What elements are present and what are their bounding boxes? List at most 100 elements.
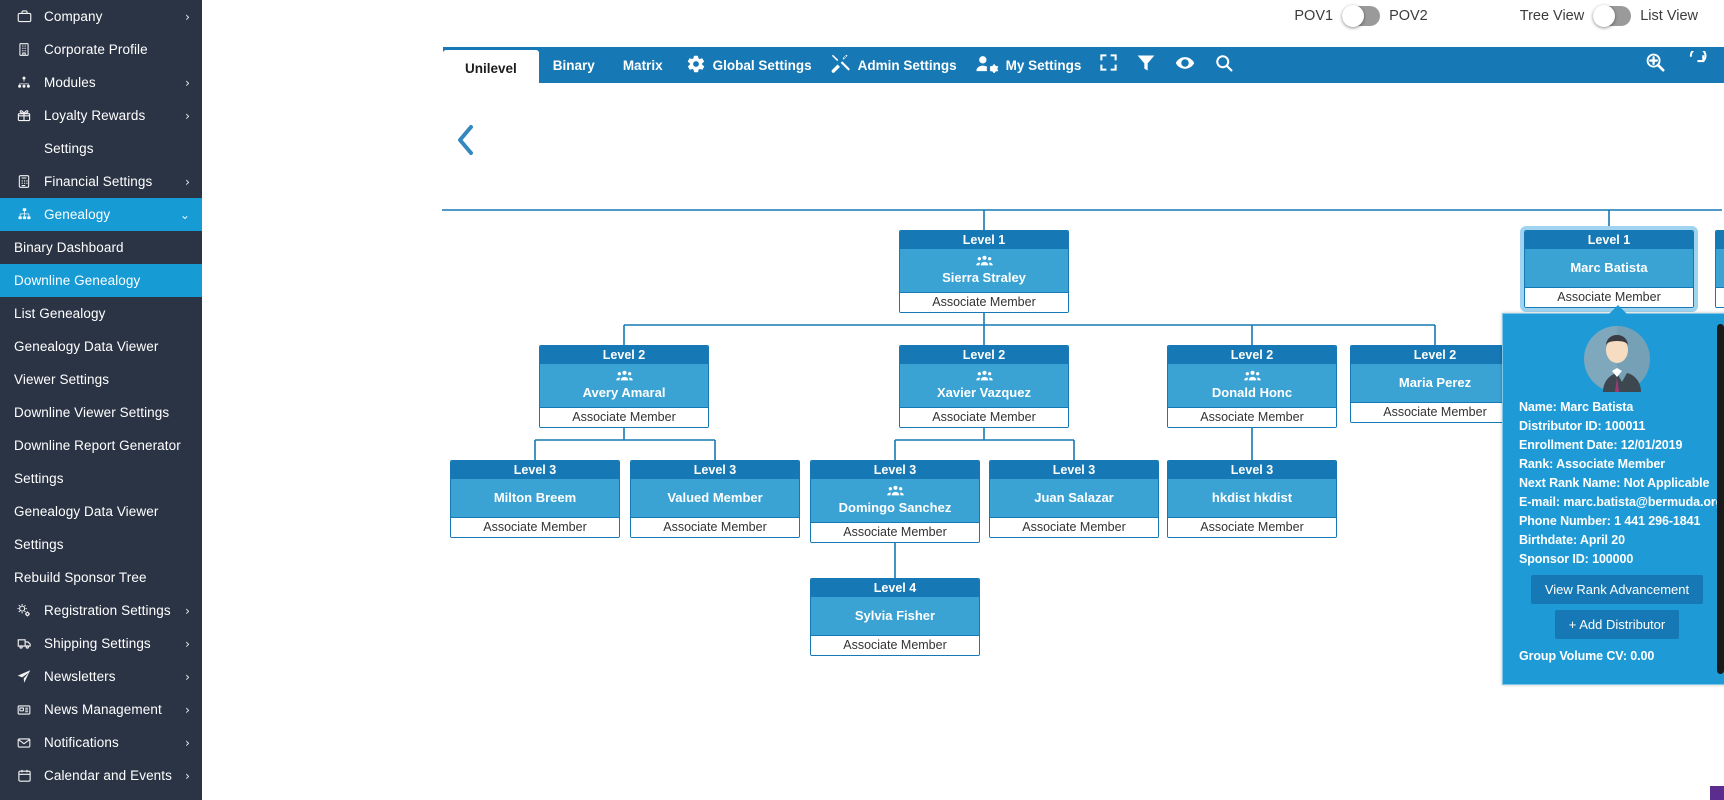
node-level-label: Level 3: [811, 461, 979, 479]
node-rank-label: Associate Member: [540, 407, 708, 427]
sidebar-item-label: Genealogy Data Viewer: [14, 504, 159, 519]
node-name-label: Juan Salazar: [1034, 489, 1114, 505]
popup-detail-row: Next Rank Name: Not Applicable: [1519, 476, 1710, 490]
node-name-label: Avery Amaral: [582, 385, 666, 400]
node-name-label: Sylvia Fisher: [854, 607, 936, 623]
group-icon: [615, 369, 633, 384]
sidebar-item-label: Genealogy: [44, 207, 111, 222]
tree-node[interactable]: Level 1 Marc Batista Associate Member: [1520, 226, 1698, 312]
sidebar-item-downline-report-generator[interactable]: Downline Report Generator: [0, 429, 202, 462]
sidebar-item-settings[interactable]: Settings: [0, 132, 202, 165]
tree-node[interactable]: Level 3 hkdist hkdist Associate Member: [1167, 460, 1337, 538]
node-name-label: hkdist hkdist: [1211, 489, 1293, 505]
tree-node[interactable]: Level 3 Juan Salazar Associate Member: [989, 460, 1159, 538]
node-level-label: Level 3: [631, 461, 799, 479]
building-icon: [14, 42, 34, 57]
node-body[interactable]: Juan Salazar: [990, 479, 1158, 517]
sidebar-item-label: Financial Settings: [44, 174, 153, 189]
sidebar-item-downline-genealogy[interactable]: Downline Genealogy: [0, 264, 202, 297]
sidebar-item-shipping-settings[interactable]: Shipping Settings ›: [0, 627, 202, 660]
sidebar-item-viewer-settings[interactable]: Viewer Settings: [0, 363, 202, 396]
node-body[interactable]: hkdist hkdist: [1168, 479, 1336, 517]
sidebar-item-financial-settings[interactable]: Financial Settings ›: [0, 165, 202, 198]
group-volume-label: Group Volume CV: 0.00: [1519, 649, 1655, 663]
sidebar-item-settings[interactable]: Settings: [0, 528, 202, 561]
node-level-label: Level 2: [900, 346, 1068, 364]
envelope-icon: [14, 736, 34, 750]
sidebar-item-label: Modules: [44, 75, 96, 90]
sidebar-item-newsletters[interactable]: Newsletters ›: [0, 660, 202, 693]
distributor-info-popup: Name: Marc Batista Distributor ID: 100011…: [1502, 305, 1724, 685]
sidebar-item-binary-dashboard[interactable]: Binary Dashboard: [0, 231, 202, 264]
sidebar-item-news-management[interactable]: News Management ›: [0, 693, 202, 726]
sidebar-item-notifications[interactable]: Notifications ›: [0, 726, 202, 759]
sidebar-item-loyalty-rewards[interactable]: Loyalty Rewards ›: [0, 99, 202, 132]
briefcase-icon: [14, 9, 34, 24]
sidebar-item-label: Binary Dashboard: [14, 240, 124, 255]
node-body[interactable]: Milton Breem: [451, 479, 619, 517]
node-body[interactable]: Domingo Sanchez: [811, 479, 979, 522]
tree-node[interactable]: Level 3 Milton Breem Associate Member: [450, 460, 620, 538]
node-level-label: Level 3: [990, 461, 1158, 479]
sidebar-item-label: Settings: [14, 537, 64, 552]
node-level-label: Level 3: [451, 461, 619, 479]
chevron-right-icon: ›: [185, 108, 190, 123]
avatar: [1519, 326, 1715, 392]
view-rank-advancement-button[interactable]: View Rank Advancement: [1530, 575, 1704, 604]
node-rank-label: Associate Member: [451, 517, 619, 537]
sidebar-item-settings[interactable]: Settings: [0, 462, 202, 495]
avatar-icon: [1584, 326, 1650, 392]
node-name-label: Marc Batista: [1570, 259, 1648, 275]
sidebar-item-downline-viewer-settings[interactable]: Downline Viewer Settings: [0, 396, 202, 429]
sidebar-item-genealogy-data-viewer[interactable]: Genealogy Data Viewer: [0, 330, 202, 363]
node-body[interactable]: Michael Thompson: [1716, 249, 1724, 287]
node-body[interactable]: Valued Member: [631, 479, 799, 517]
tree-node[interactable]: Level 1Michael ThompsonAssociate Member: [1715, 230, 1724, 308]
sidebar-item-label: Shipping Settings: [44, 636, 151, 651]
genealogy-app: Company › Corporate Profile Modules › Loyalty…: [0, 0, 1724, 800]
node-body[interactable]: Marc Batista: [1525, 249, 1693, 287]
node-body[interactable]: Xavier Vazquez: [900, 364, 1068, 407]
node-body[interactable]: Sierra Straley: [900, 249, 1068, 292]
sidebar-item-label: Calendar and Events: [44, 768, 172, 783]
tree-node[interactable]: Level 2 Donald Honc Associate Member: [1167, 345, 1337, 428]
chevron-right-icon: ›: [185, 702, 190, 717]
popup-detail-row: Distributor ID: 100011: [1519, 419, 1646, 433]
paper-plane-icon: [14, 669, 34, 684]
tree-node[interactable]: Level 2 Xavier Vazquez Associate Member: [899, 345, 1069, 428]
tree-node[interactable]: Level 1 Sierra Straley Associate Member: [899, 230, 1069, 313]
popup-detail-row: Birthdate: April 20: [1519, 533, 1625, 547]
sidebar-item-company[interactable]: Company ›: [0, 0, 202, 33]
sidebar-item-modules[interactable]: Modules ›: [0, 66, 202, 99]
node-name-label: Maria Perez: [1398, 374, 1472, 390]
tree-node[interactable]: Level 3 Domingo Sanchez Associate Member: [810, 460, 980, 543]
popup-detail-rows: Name: Marc Batista Distributor ID: 100011…: [1519, 398, 1723, 569]
popup-detail-row: Rank: Associate Member: [1519, 457, 1665, 471]
tree-node[interactable]: Level 2 Avery Amaral Associate Member: [539, 345, 709, 428]
sidebar-item-registration-settings[interactable]: Registration Settings ›: [0, 594, 202, 627]
add-distributor-wrap: + Add Distributor: [1519, 604, 1715, 639]
node-body[interactable]: Sylvia Fisher: [811, 597, 979, 635]
genealogy-tree: Level 1 Sierra Straley Associate Member Lev…: [202, 0, 1724, 800]
gears-icon: [14, 603, 34, 618]
tree-node[interactable]: Level 3 Valued Member Associate Member: [630, 460, 800, 538]
chevron-right-icon: ›: [185, 735, 190, 750]
popup-scrollbar[interactable]: [1717, 324, 1724, 674]
sidebar-item-corporate-profile[interactable]: Corporate Profile: [0, 33, 202, 66]
node-body[interactable]: Maria Perez: [1351, 364, 1519, 402]
node-body[interactable]: Avery Amaral: [540, 364, 708, 407]
tree-node[interactable]: Level 4 Sylvia Fisher Associate Member: [810, 578, 980, 656]
node-name-label: Donald Honc: [1211, 385, 1293, 400]
tree-node[interactable]: Level 2 Maria Perez Associate Member: [1350, 345, 1520, 423]
sidebar-item-list-genealogy[interactable]: List Genealogy: [0, 297, 202, 330]
sidebar-item-label: News Management: [44, 702, 162, 717]
sidebar-item-rebuild-sponsor-tree[interactable]: Rebuild Sponsor Tree: [0, 561, 202, 594]
chevron-right-icon: ›: [185, 669, 190, 684]
chevron-right-icon: ›: [185, 9, 190, 24]
node-rank-label: Associate Member: [900, 407, 1068, 427]
sidebar-item-genealogy[interactable]: Genealogy ⌄: [0, 198, 202, 231]
sidebar-item-genealogy-data-viewer[interactable]: Genealogy Data Viewer: [0, 495, 202, 528]
node-body[interactable]: Donald Honc: [1168, 364, 1336, 407]
add-distributor-button[interactable]: + Add Distributor: [1554, 610, 1680, 639]
sidebar-item-calendar-and-events[interactable]: Calendar and Events ›: [0, 759, 202, 792]
